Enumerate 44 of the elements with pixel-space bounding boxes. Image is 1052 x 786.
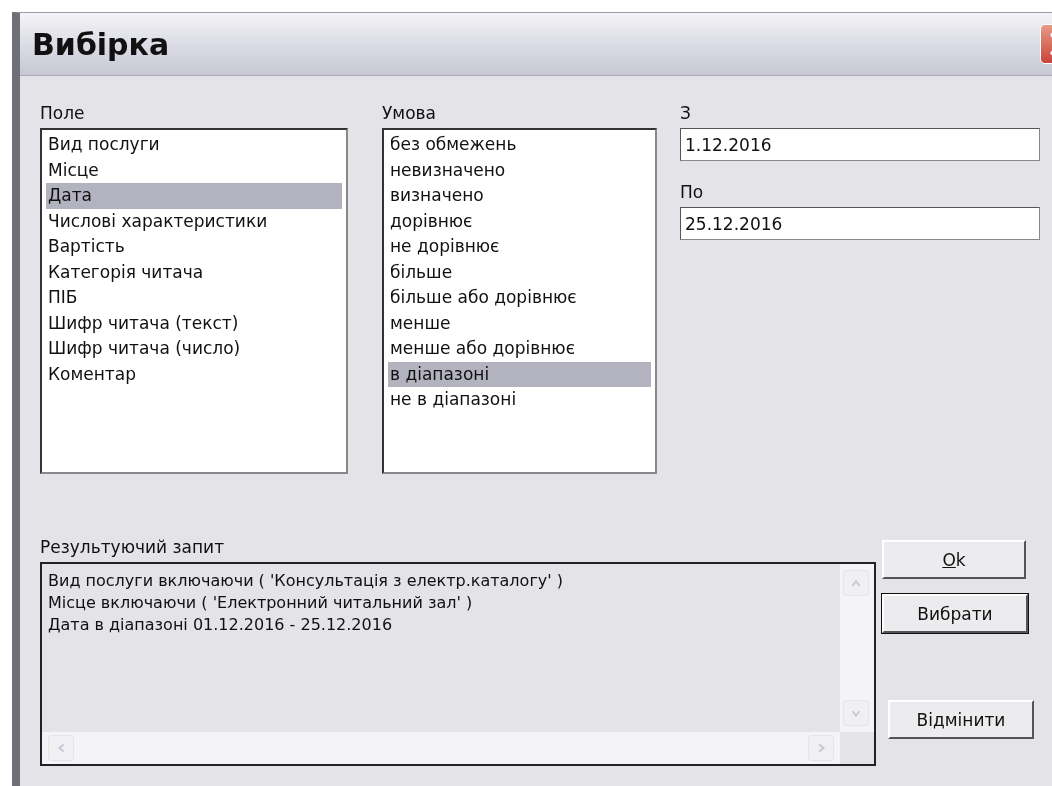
list-box[interactable]: без обмежень невизначено визначено дорівнює не дорівнює більше більше або дорівнює менше менше або дорівнює в діапазоні не в діапазоні <box>382 128 657 474</box>
list-box[interactable]: Вид послуги Місце Дата Числові характеристики Вартість Категорія читача ПІБ Шифр читача (текст) Шифр читача (число) Коментар <box>40 128 348 474</box>
to-date-field[interactable]: 25.12.2016 <box>680 207 1040 240</box>
query-line: Вид послуги включаючи ( 'Консультація з електр.каталогу' ) <box>48 570 564 592</box>
list-label: Умова <box>382 102 438 125</box>
horizontal-scrollbar[interactable] <box>42 732 840 764</box>
list-item[interactable]: ПІБ <box>46 285 342 311</box>
list-item[interactable]: більше або дорівнює <box>388 285 651 311</box>
list-item[interactable]: невизначено <box>388 157 651 183</box>
scroll-left-button[interactable] <box>48 735 74 761</box>
query-text-area[interactable]: Вид послуги включаючи ( 'Консультація з електр.каталогу' ) Місце включаючи ( 'Електронний читальний зал' ) Дата в діапазоні 01.12.2016 - 25.12.2016 <box>40 562 876 766</box>
list-item[interactable]: Вартість <box>46 234 342 260</box>
list-item[interactable]: Шифр читача (число) <box>46 336 342 362</box>
list-item[interactable]: визначено <box>388 183 651 209</box>
list-item[interactable]: не дорівнює <box>388 234 651 260</box>
query-label: Результуючий запит <box>40 536 226 559</box>
ok-button[interactable]: Ok <box>882 540 1026 579</box>
to-label: По <box>680 181 705 204</box>
list-item[interactable]: дорівнює <box>388 208 651 234</box>
list-item[interactable]: Дата <box>46 183 342 209</box>
list-item[interactable]: не в діапазоні <box>388 387 651 413</box>
list-item[interactable]: без обмежень <box>388 132 651 158</box>
from-date-field[interactable]: 1.12.2016 <box>680 128 1040 161</box>
list-item[interactable]: Вид послуги <box>46 132 342 158</box>
list-item[interactable]: Шифр читача (текст) <box>46 310 342 336</box>
list-item[interactable]: Числові характеристики <box>46 208 342 234</box>
from-label: З <box>680 102 692 125</box>
list-item[interactable]: менше або дорівнює <box>388 336 651 362</box>
cancel-button[interactable]: Відмінити <box>888 700 1034 739</box>
list-item[interactable]: Місце <box>46 157 342 183</box>
window-title: Вибірка <box>32 26 170 62</box>
select-button[interactable]: Вибрати <box>882 594 1028 633</box>
list-item[interactable]: більше <box>388 259 651 285</box>
list-item[interactable]: менше <box>388 310 651 336</box>
list-item[interactable]: в діапазоні <box>388 361 651 387</box>
list-item[interactable]: Коментар <box>46 361 342 387</box>
list-label: Поле <box>40 102 86 125</box>
query-line: Місце включаючи ( 'Електронний читальний зал' ) <box>48 592 474 614</box>
scroll-down-button[interactable] <box>843 700 869 726</box>
list-item[interactable]: Категорія читача <box>46 259 342 285</box>
scroll-up-button[interactable] <box>843 570 869 596</box>
scroll-right-button[interactable] <box>808 735 834 761</box>
query-line: Дата в діапазоні 01.12.2016 - 25.12.2016 <box>48 614 394 636</box>
vertical-scrollbar[interactable] <box>840 564 874 732</box>
